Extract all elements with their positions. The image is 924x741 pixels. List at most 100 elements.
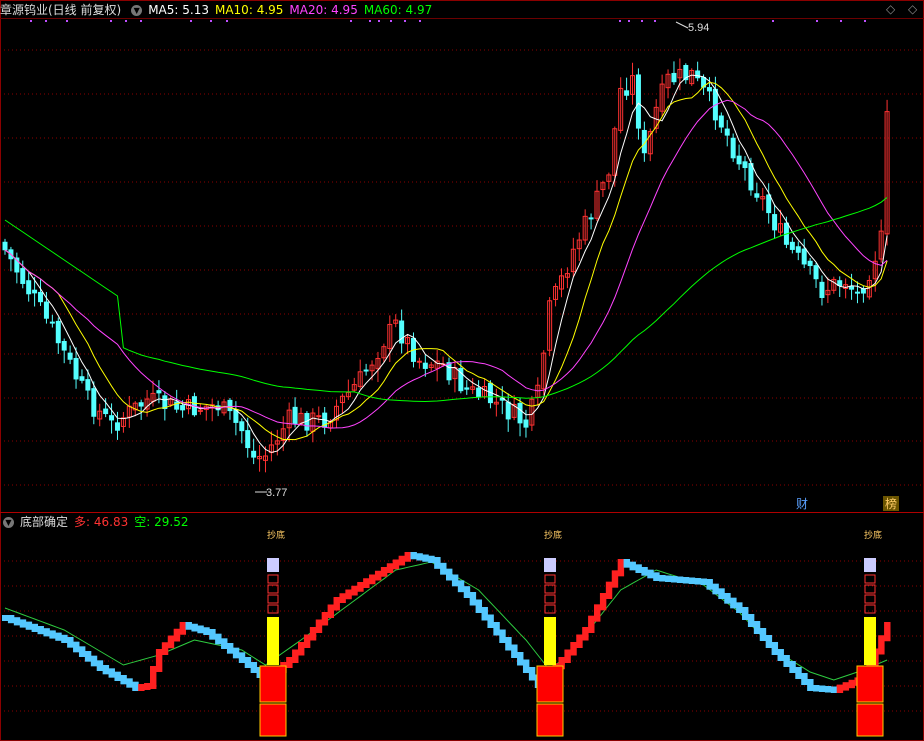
candle-up xyxy=(316,415,322,418)
kong-step xyxy=(736,602,743,613)
candle-down xyxy=(61,341,67,351)
kong-step xyxy=(434,557,441,569)
kong-step xyxy=(665,575,672,582)
diamond-icon[interactable]: ◇ xyxy=(908,2,917,16)
duo-step xyxy=(594,604,601,622)
candle-down xyxy=(819,281,825,298)
stock-chart-window[interactable]: 5.94 3.77 财 榜抄底 抄底 抄底 章源钨业(日线 前复权) ▼ MA5: 5.1… xyxy=(0,0,924,741)
high-pointer xyxy=(675,21,689,29)
signal-dot xyxy=(125,20,127,22)
candle-down xyxy=(730,137,736,159)
chevron-down-icon[interactable]: ▼ xyxy=(131,4,143,16)
duo-step xyxy=(292,649,299,663)
kong-step xyxy=(191,623,198,632)
signal-label: 抄底 xyxy=(267,529,285,541)
candle-down xyxy=(49,321,55,324)
signal-red-block xyxy=(536,703,564,737)
kong-step xyxy=(747,614,755,627)
kong-step xyxy=(43,628,50,637)
candle-down xyxy=(854,291,860,294)
duo-step xyxy=(309,627,317,641)
duo-step xyxy=(179,622,187,635)
kong-step xyxy=(73,641,80,653)
candle-down xyxy=(180,405,186,411)
kong-step xyxy=(90,655,98,667)
duo-step xyxy=(351,585,358,596)
candle-down xyxy=(26,280,32,295)
candle-down xyxy=(813,265,819,280)
ma5-label: MA5: 5.13 xyxy=(148,2,209,18)
kong-step xyxy=(410,552,417,560)
low-price-label: 3.77 xyxy=(266,487,287,499)
kong-step xyxy=(13,617,21,626)
kong-step xyxy=(19,619,27,628)
candle-down xyxy=(766,194,772,214)
signal-red-block xyxy=(259,665,287,703)
duo-step xyxy=(298,642,305,656)
candle-down xyxy=(464,387,470,390)
ma5-name: MA5: xyxy=(148,3,179,17)
kong-step xyxy=(765,635,773,648)
kong-step xyxy=(724,593,731,604)
kong-step xyxy=(126,678,133,688)
signal-dot xyxy=(390,20,392,22)
diamond-icon[interactable]: ◇ xyxy=(886,2,895,16)
signal-dot xyxy=(404,20,406,22)
signal-head xyxy=(864,558,876,572)
kong-step xyxy=(25,621,33,630)
ma20-line xyxy=(4,99,888,429)
signal-box xyxy=(267,574,279,584)
signal-dot xyxy=(369,20,371,22)
kong-step xyxy=(759,628,767,641)
candle-down xyxy=(227,399,233,412)
signal-dot xyxy=(840,20,842,22)
candle-down xyxy=(114,422,120,431)
kong-step xyxy=(232,647,240,659)
kong-step xyxy=(682,577,690,584)
kong-step xyxy=(706,579,713,590)
kong-step xyxy=(469,592,477,606)
signal-dot xyxy=(816,20,818,22)
kong-step xyxy=(742,607,749,620)
kong-step xyxy=(481,607,488,621)
candle-down xyxy=(422,362,428,369)
duo-step xyxy=(374,570,382,581)
kong-step xyxy=(250,662,258,673)
duo-label: 多: 46.83 xyxy=(74,514,128,530)
chevron-down-icon[interactable]: ▼ xyxy=(3,516,14,528)
signal-dot xyxy=(30,20,32,22)
duo-step xyxy=(161,642,169,655)
candle-down xyxy=(742,161,748,169)
kong-step xyxy=(475,599,483,613)
signal-box xyxy=(864,584,876,594)
kong-step xyxy=(209,629,216,640)
duo-step xyxy=(327,604,335,618)
signal-red-block xyxy=(536,665,564,703)
kong-step xyxy=(522,659,530,673)
kong-step xyxy=(221,638,228,649)
signal-head xyxy=(267,558,279,572)
kong-step xyxy=(84,651,92,662)
main-chart-legend: 章源钨业(日线 前复权) ▼ MA5: 5.13 MA10: 4.95 MA20… xyxy=(0,2,438,18)
signal-dot xyxy=(45,20,47,22)
duo-step xyxy=(836,684,844,693)
kong-step xyxy=(505,637,512,651)
kong-step xyxy=(813,685,820,692)
signal-dot xyxy=(110,20,112,22)
duo-step xyxy=(398,555,406,566)
duo-step xyxy=(392,559,400,570)
candle-down xyxy=(138,402,144,407)
signal-yellow-bar xyxy=(864,617,876,665)
kong-step xyxy=(712,583,719,595)
signal-box xyxy=(267,594,279,604)
kong-step xyxy=(688,577,696,584)
candle-down xyxy=(789,241,795,250)
candle-down xyxy=(156,390,162,394)
ma10-name: MA10: xyxy=(214,3,253,17)
kong-step xyxy=(783,655,790,667)
kong-step xyxy=(108,668,115,678)
candle-down xyxy=(38,291,44,303)
candle-down xyxy=(695,70,701,79)
kong-step xyxy=(771,642,779,655)
kline-chart[interactable]: 5.94 3.77 财 榜抄底 抄底 抄底 xyxy=(0,0,924,741)
